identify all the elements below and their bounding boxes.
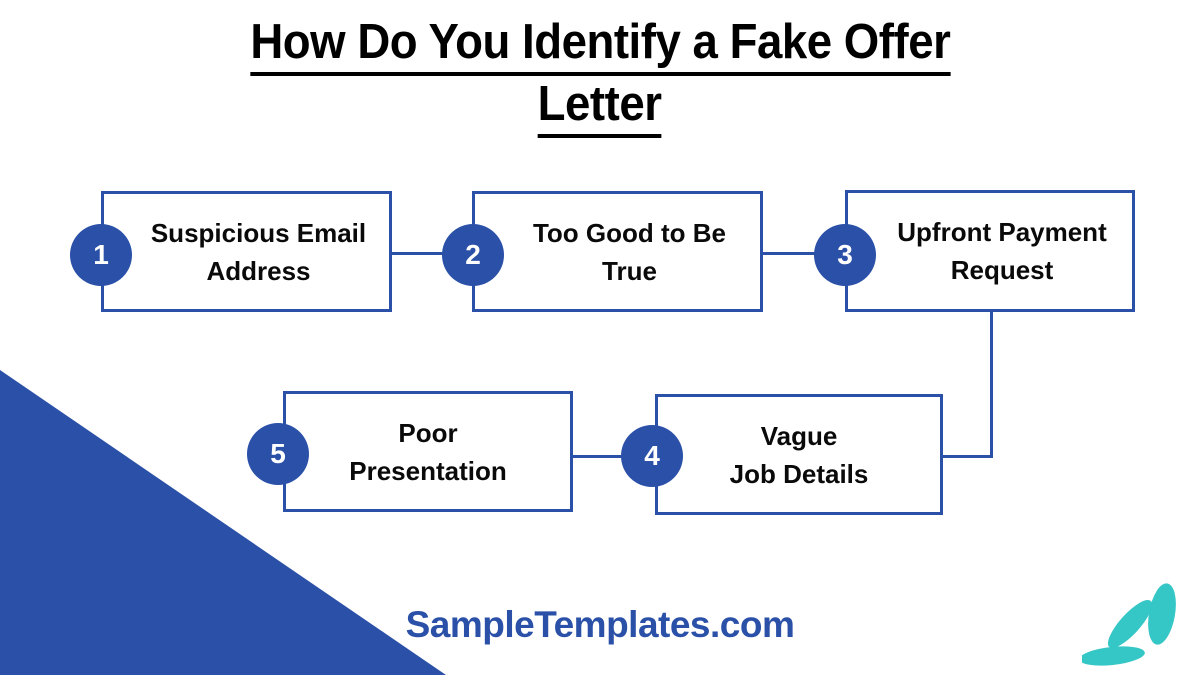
page-title: How Do You Identify a Fake Offer Letter [0,14,1200,138]
page-title-line-1: How Do You Identify a Fake Offer [0,14,1200,76]
connector-step3-down [990,310,993,457]
step-number-1: 1 [93,239,109,270]
step-label-3: Upfront Payment Request [897,217,1107,285]
step-number-badge-2[interactable]: 2 [442,224,504,286]
connector-step4-to-step5 [573,455,628,458]
step-box-5[interactable]: Poor Presentation [283,391,573,512]
step-label-1: Suspicious Email Address [150,217,367,286]
step-label-4: Vague Job Details [729,420,869,489]
step-number-badge-5[interactable]: 5 [247,423,309,485]
step-number-badge-1[interactable]: 1 [70,224,132,286]
step-label-2: Too Good to Be True [532,217,727,286]
step-number-4: 4 [644,440,660,471]
step-box-2[interactable]: Too Good to Be True [472,191,763,312]
step-label-5: Poor Presentation [349,417,507,486]
step-number-badge-4[interactable]: 4 [621,425,683,487]
connector-step3-to-step4 [941,455,993,458]
infographic-canvas: How Do You Identify a Fake Offer Letter … [0,0,1200,675]
step-box-4[interactable]: Vague Job Details [655,394,943,515]
page-title-line-2: Letter [0,76,1200,138]
step-number-5: 5 [270,438,286,469]
brand-watermark: SampleTemplates.com [405,604,795,645]
step-number-2: 2 [465,239,481,270]
step-number-badge-3[interactable]: 3 [814,224,876,286]
step-number-3: 3 [837,239,853,270]
step-box-3[interactable]: Upfront Payment Request [845,190,1135,312]
step-box-1[interactable]: Suspicious Email Address [101,191,392,312]
